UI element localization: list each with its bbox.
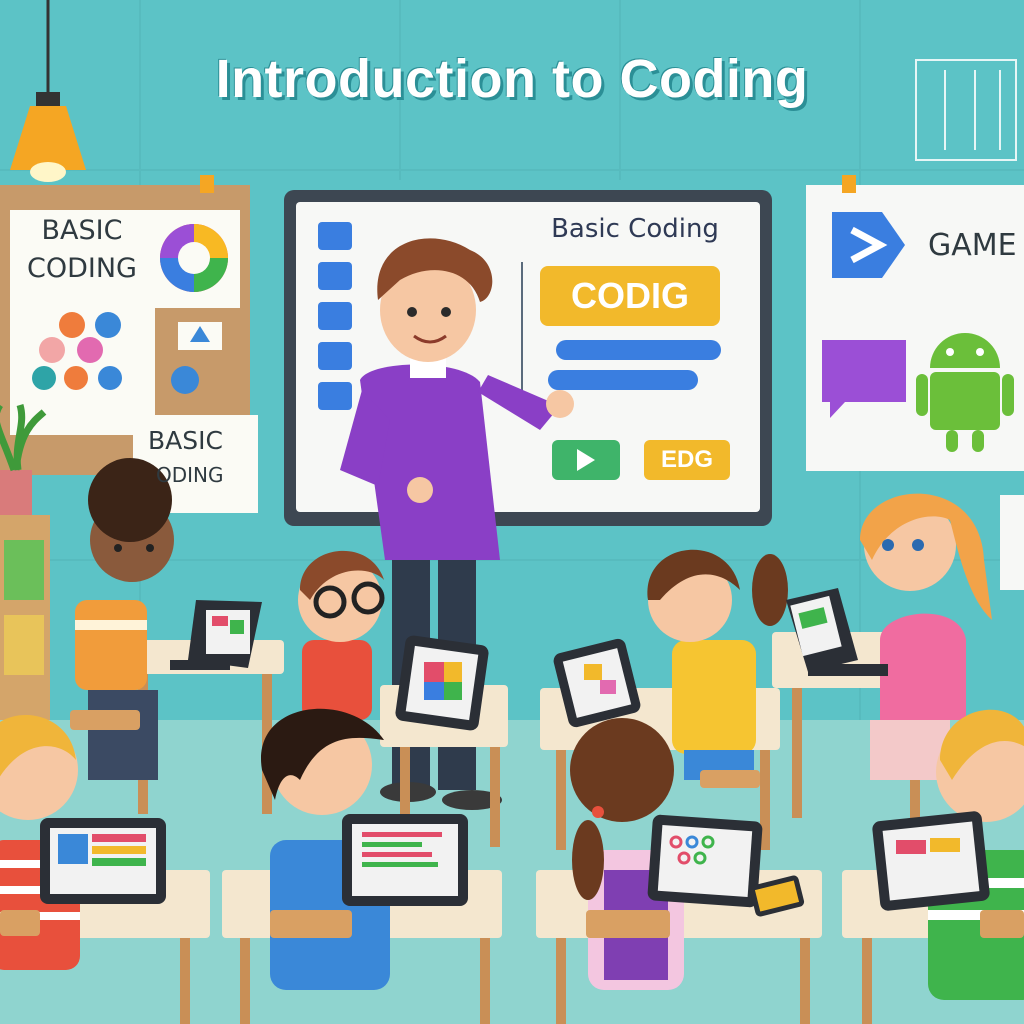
bookshelf: [0, 515, 50, 720]
left-poster-text: BASIC CODING: [22, 212, 142, 288]
left-poster-line2: CODING: [27, 253, 137, 284]
edg-button-label: EDG: [660, 446, 713, 473]
left-card-text: BASIC ODING: [140, 424, 260, 492]
right-poster-label: GAME: [928, 228, 1017, 263]
left-card-line2: ODING: [156, 463, 224, 487]
tablet-glasses-boy: [395, 635, 489, 731]
codig-button-label: CODIG: [570, 275, 689, 316]
codig-button[interactable]: CODIG: [540, 266, 720, 326]
tablet-front-girl: [647, 814, 763, 908]
tablet-front-right: [872, 811, 990, 911]
tablet-front-boy: [342, 814, 468, 906]
play-button[interactable]: [552, 440, 620, 480]
left-card-line1: BASIC: [148, 426, 223, 455]
classroom-scene: [0, 0, 1024, 1024]
edg-button[interactable]: EDG: [644, 440, 730, 480]
code-bar-1: [556, 340, 721, 360]
code-bar-2: [548, 370, 698, 390]
page-title: Introduction to Coding: [215, 49, 809, 109]
tablet-front-left: [40, 818, 166, 904]
whiteboard-heading: Basic Coding: [551, 214, 719, 244]
play-icon: [577, 449, 595, 471]
poster-right: [806, 175, 1024, 471]
left-poster-line1: BASIC: [41, 215, 123, 246]
